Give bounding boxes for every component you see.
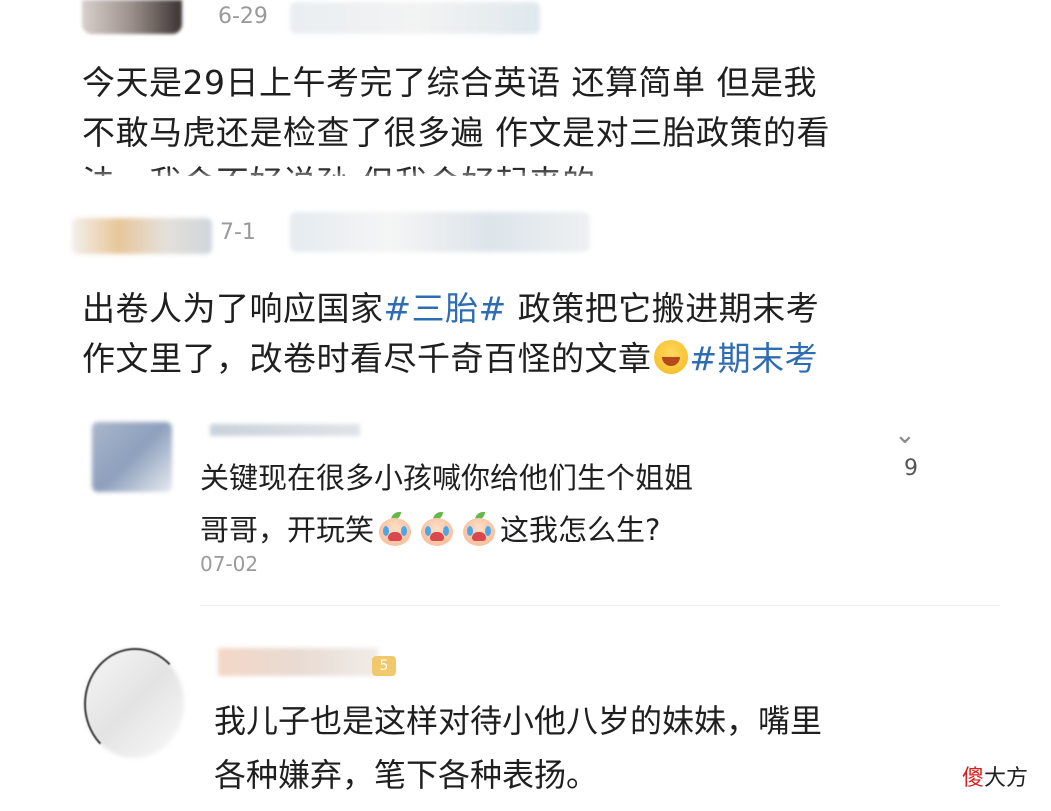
avatar-outline bbox=[84, 648, 186, 760]
comment-text: 出卷人为了响应国家#三胎# 政策把它搬进期末考 作文里了，改卷时看尽千奇百怪的文… bbox=[82, 284, 1002, 384]
hashtag-link[interactable]: #三胎# bbox=[384, 289, 507, 328]
avatar[interactable] bbox=[82, 0, 182, 34]
redacted-meta bbox=[290, 2, 540, 34]
reply-line: 哥哥，开玩笑 这我怎么生? bbox=[200, 504, 860, 556]
crying-baby-emoji-icon bbox=[377, 512, 413, 546]
avatar[interactable] bbox=[72, 218, 212, 254]
crop-fade bbox=[0, 168, 1051, 194]
crying-baby-emoji-icon bbox=[461, 512, 497, 546]
text-segment: 哥哥，开玩笑 bbox=[200, 513, 375, 547]
comment-line: 各种嫌弃，笔下各种表扬。 bbox=[214, 756, 599, 794]
divider bbox=[200, 605, 1000, 606]
comment-date: 7-1 bbox=[220, 220, 256, 245]
chevron-down-icon[interactable]: ⌄ bbox=[894, 420, 916, 450]
comment-line: 作文里了，改卷时看尽千奇百怪的文章 #期末考 bbox=[82, 334, 1002, 384]
comment-date: 6-29 bbox=[218, 4, 268, 29]
redacted-meta bbox=[290, 212, 590, 252]
watermark-red-char: 傻 bbox=[962, 766, 985, 791]
text-segment: 出卷人为了响应国家 bbox=[82, 289, 384, 328]
comment-line: 不敢马虎还是检查了很多遍 作文是对三胎政策的看 bbox=[82, 113, 830, 152]
reply-date: 07-02 bbox=[200, 552, 259, 576]
comment-text: 我儿子也是这样对待小他八岁的妹妹，嘴里 各种嫌弃，笔下各种表扬。 bbox=[214, 694, 974, 802]
hashtag-link[interactable]: #期末考 bbox=[690, 339, 819, 378]
watermark: 傻大方 bbox=[962, 760, 1028, 792]
text-segment: 政策把它搬进期末考 bbox=[506, 289, 820, 328]
level-badge: 5 bbox=[372, 656, 396, 676]
comment-line: 我儿子也是这样对待小他八岁的妹妹，嘴里 bbox=[214, 702, 823, 740]
comment-line: 出卷人为了响应国家#三胎# 政策把它搬进期末考 bbox=[82, 284, 1002, 334]
watermark-text: 大方 bbox=[984, 766, 1029, 791]
text-segment: 作文里了，改卷时看尽千奇百怪的文章 bbox=[82, 339, 652, 378]
avatar[interactable] bbox=[92, 422, 172, 492]
comment-text: 今天是29日上午考完了综合英语 还算简单 但是我 不敢马虎还是检查了很多遍 作文… bbox=[82, 58, 982, 176]
comment-line: 今天是29日上午考完了综合英语 还算简单 但是我 bbox=[82, 63, 817, 102]
laughing-emoji-icon bbox=[653, 340, 688, 374]
like-count[interactable]: 9 bbox=[904, 456, 918, 481]
reply-line: 关键现在很多小孩喊你给他们生个姐姐 bbox=[200, 461, 694, 495]
crying-baby-emoji-icon bbox=[419, 512, 455, 546]
redacted-username bbox=[218, 648, 378, 676]
text-segment: 这我怎么生? bbox=[500, 513, 661, 547]
reply-text: 关键现在很多小孩喊你给他们生个姐姐 哥哥，开玩笑 这我怎么生? bbox=[200, 452, 860, 556]
redacted-username bbox=[210, 424, 360, 436]
